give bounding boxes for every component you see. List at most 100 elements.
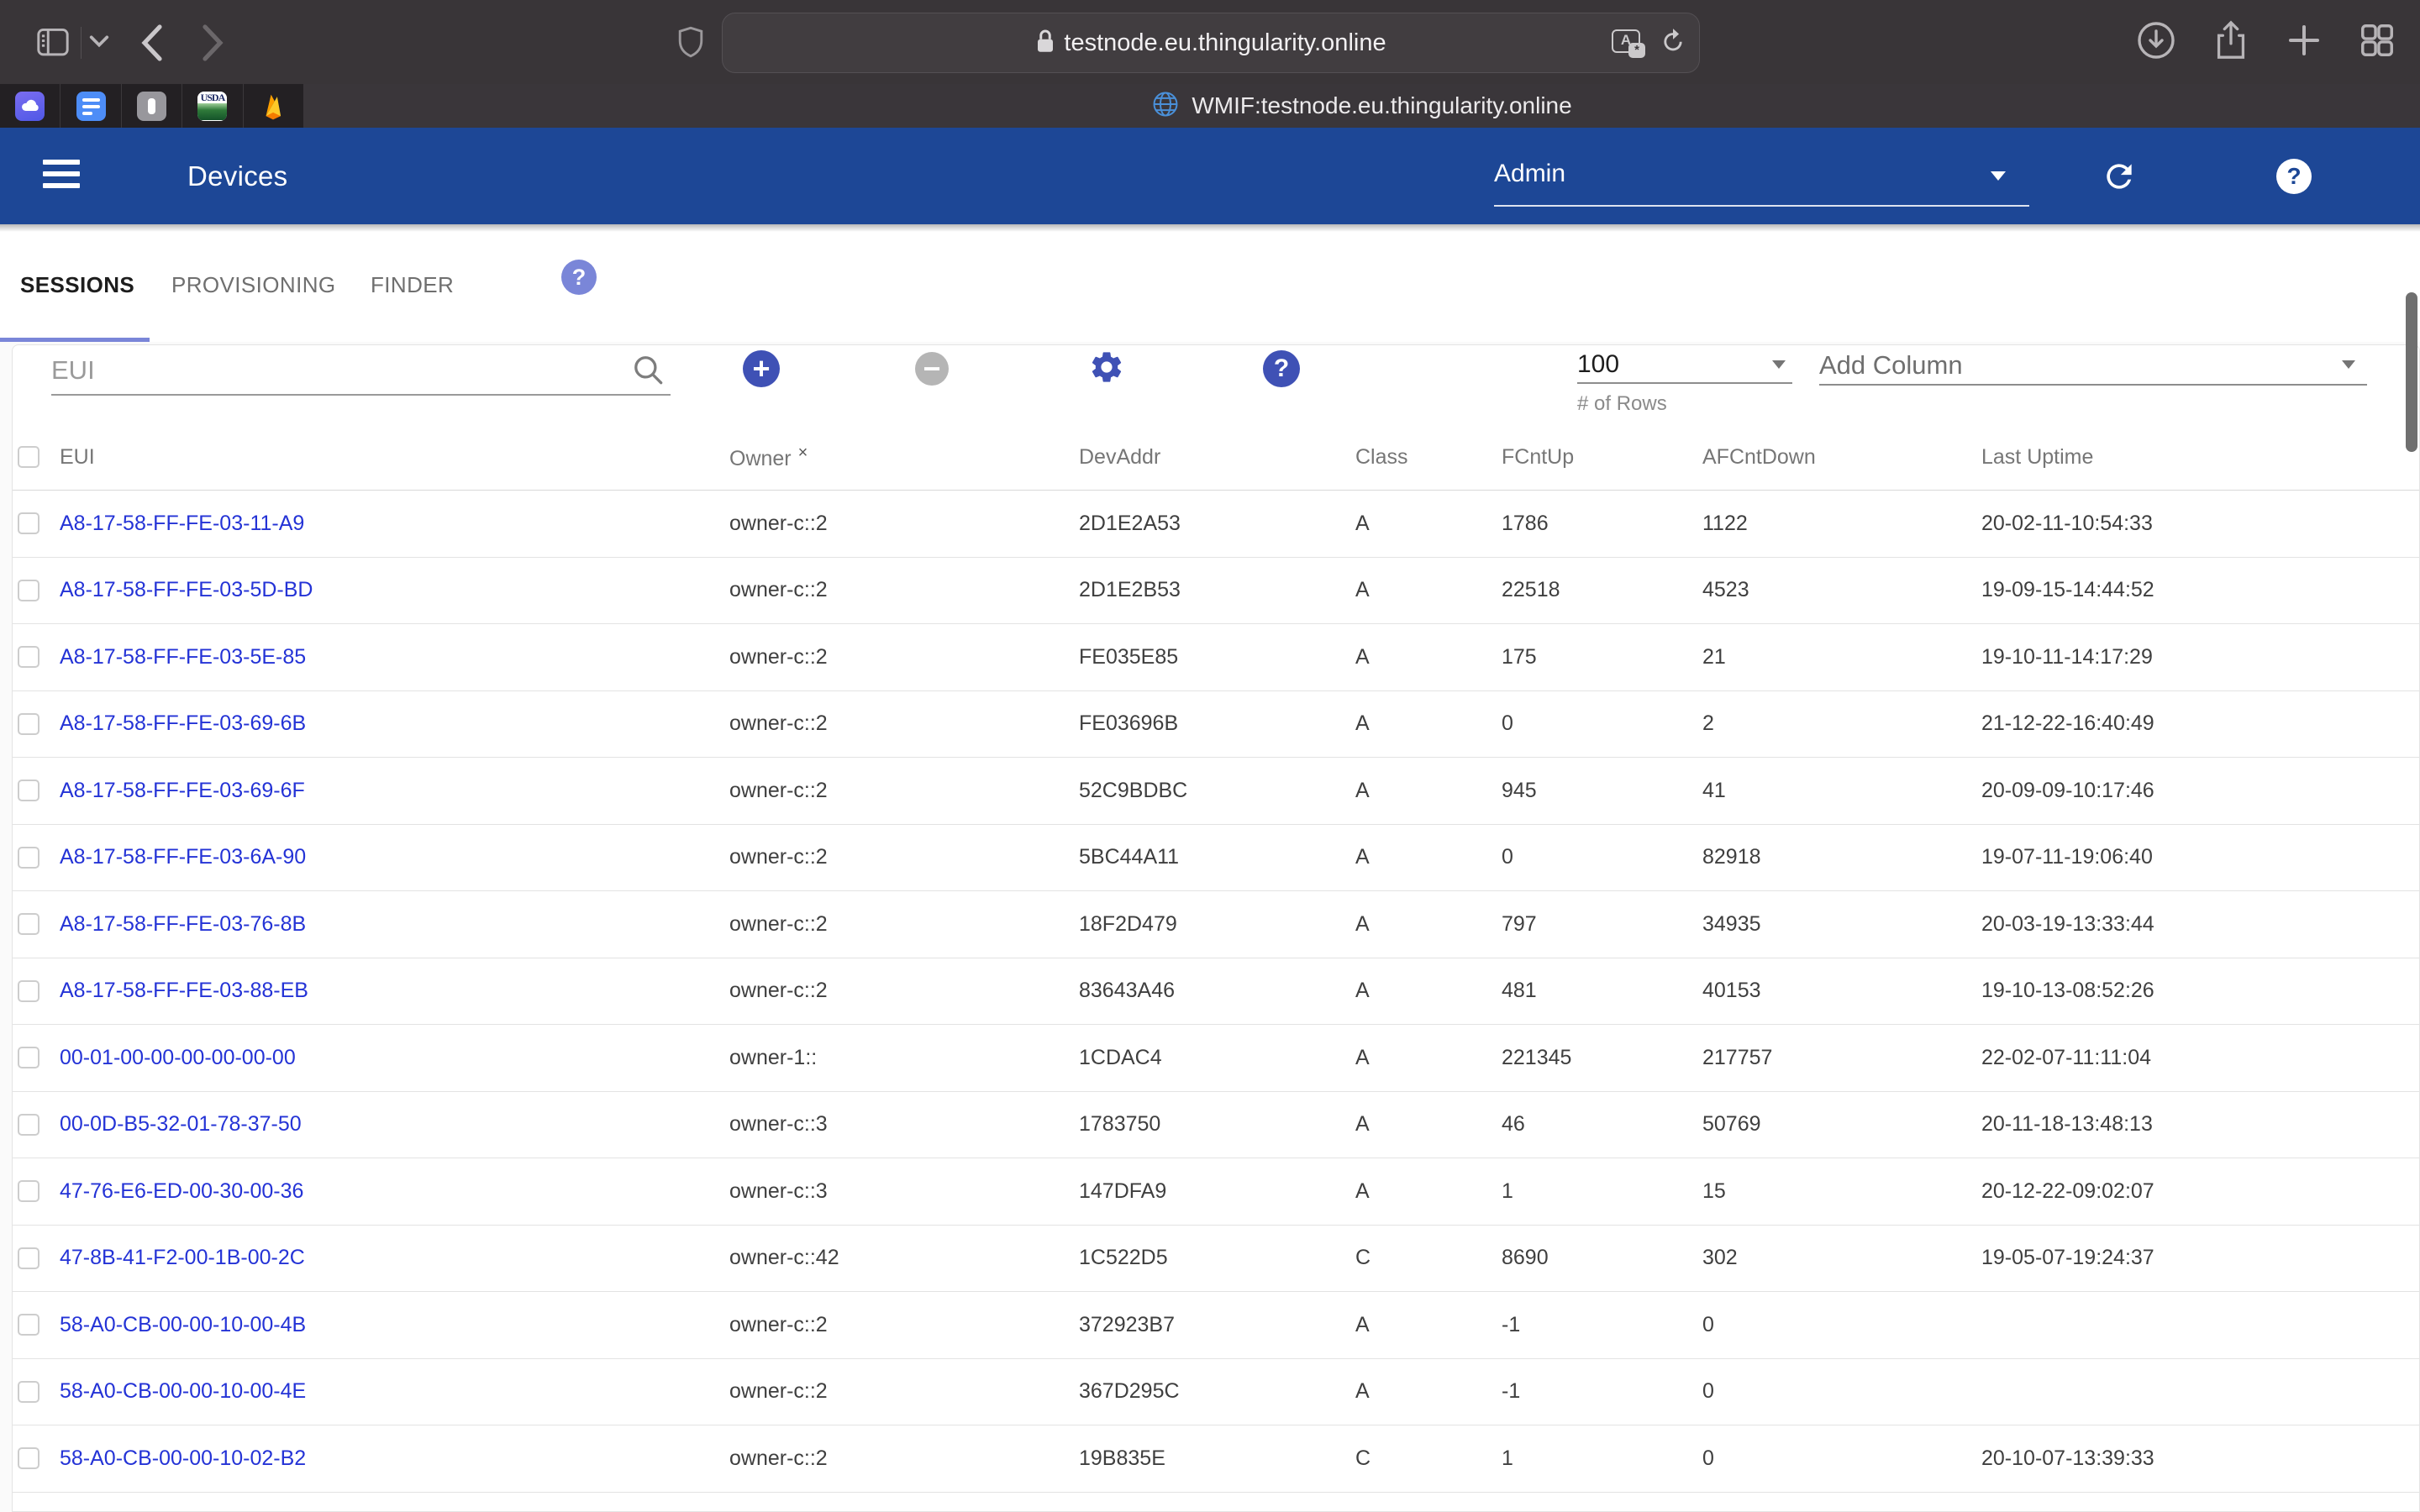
cell-afcntdown: 0	[1702, 1313, 1981, 1337]
cell-afcntdown: 40153	[1702, 979, 1981, 1003]
eui-link[interactable]: A8-17-58-FF-FE-03-6A-90	[60, 845, 729, 869]
row-checkbox[interactable]	[18, 1047, 39, 1068]
pinned-tab-info[interactable]	[122, 84, 182, 128]
tab-provisioning[interactable]: PROVISIONING	[171, 232, 336, 338]
new-tab-icon[interactable]	[2286, 22, 2323, 63]
eui-link[interactable]: 58-A0-CB-00-00-10-00-4B	[60, 1313, 729, 1337]
tab-finder[interactable]: FINDER	[371, 232, 454, 338]
eui-link[interactable]: A8-17-58-FF-FE-03-76-8B	[60, 912, 729, 937]
cell-owner: owner-c::3	[729, 1179, 1079, 1204]
col-header-afcntdown[interactable]: AFCntDown	[1702, 445, 1981, 470]
col-header-owner[interactable]: Owner×	[729, 444, 1079, 471]
row-checkbox[interactable]	[18, 1447, 39, 1469]
toolbar-divider	[81, 27, 82, 59]
pinned-tab-cloud[interactable]	[0, 84, 60, 128]
cell-last_uptime: 20-03-19-13:33:44	[1981, 912, 2419, 937]
cell-devaddr: 1783750	[1079, 1112, 1355, 1137]
row-checkbox[interactable]	[18, 1247, 39, 1269]
select-all-checkbox[interactable]	[18, 446, 39, 468]
add-column-select[interactable]: Add Column	[1819, 345, 2367, 392]
eui-link[interactable]: 00-01-00-00-00-00-00-00	[60, 1046, 729, 1070]
back-button[interactable]	[139, 24, 165, 66]
cell-fcntup: -1	[1502, 1379, 1702, 1404]
row-checkbox[interactable]	[18, 780, 39, 801]
cell-fcntup: 1	[1502, 1179, 1702, 1204]
share-icon[interactable]	[2212, 19, 2250, 66]
tab-overview-icon[interactable]	[2358, 21, 2396, 64]
tab-sessions[interactable]: SESSIONS	[20, 232, 134, 338]
cell-afcntdown: 217757	[1702, 1046, 1981, 1070]
tabs-help-button[interactable]: ?	[561, 260, 597, 295]
downloads-icon[interactable]	[2136, 20, 2176, 65]
eui-link[interactable]: A8-17-58-FF-FE-03-5D-BD	[60, 578, 729, 602]
sessions-table: EUI Owner× DevAddr Class FCntUp AFCntDow…	[13, 424, 2419, 1493]
eui-link[interactable]: 58-A0-CB-00-00-10-00-4E	[60, 1379, 729, 1404]
menu-icon[interactable]	[43, 160, 80, 192]
table-row: 58-A0-CB-00-00-10-02-B2owner-c::219B835E…	[13, 1425, 2419, 1493]
eui-link[interactable]: A8-17-58-FF-FE-03-88-EB	[60, 979, 729, 1003]
row-checkbox[interactable]	[18, 913, 39, 935]
eui-link[interactable]: 58-A0-CB-00-00-10-02-B2	[60, 1446, 729, 1471]
eui-link[interactable]: 47-76-E6-ED-00-30-00-36	[60, 1179, 729, 1204]
cell-fcntup: 945	[1502, 779, 1702, 803]
forward-button[interactable]	[200, 24, 225, 66]
table-row: A8-17-58-FF-FE-03-5D-BDowner-c::22D1E2B5…	[13, 558, 2419, 625]
cell-fcntup: 0	[1502, 845, 1702, 869]
user-select[interactable]: Admin	[1494, 128, 2029, 224]
cell-last_uptime: 22-02-07-11:11:04	[1981, 1046, 2419, 1070]
row-checkbox[interactable]	[18, 1114, 39, 1136]
row-checkbox[interactable]	[18, 713, 39, 735]
privacy-shield-icon[interactable]	[677, 25, 704, 63]
rows-caption: # of Rows	[1577, 392, 1667, 416]
cell-devaddr: 2D1E2A53	[1079, 512, 1355, 536]
row-checkbox[interactable]	[18, 847, 39, 869]
col-header-devaddr[interactable]: DevAddr	[1079, 445, 1355, 470]
col-header-fcntup[interactable]: FCntUp	[1502, 445, 1702, 470]
row-checkbox[interactable]	[18, 1381, 39, 1403]
translate-icon[interactable]: A *	[1612, 29, 1645, 56]
eui-link[interactable]: A8-17-58-FF-FE-03-11-A9	[60, 512, 729, 536]
settings-gear-button[interactable]	[1088, 349, 1125, 386]
row-checkbox[interactable]	[18, 1314, 39, 1336]
cell-class: A	[1355, 645, 1502, 669]
cell-owner: owner-c::2	[729, 1313, 1079, 1337]
refresh-button[interactable]	[2101, 158, 2138, 199]
eui-search-input[interactable]: EUI	[51, 350, 671, 397]
table-row: 58-A0-CB-00-00-10-00-4Eowner-c::2367D295…	[13, 1359, 2419, 1426]
cell-afcntdown: 15	[1702, 1179, 1981, 1204]
active-tab[interactable]: WMIF:testnode.eu.thingularity.online	[303, 84, 2420, 128]
remove-filter-button[interactable]: −	[915, 352, 949, 386]
eui-link[interactable]: A8-17-58-FF-FE-03-5E-85	[60, 645, 729, 669]
rows-per-page-select[interactable]: 100 # of Rows	[1577, 345, 1792, 421]
vertical-scrollbar-thumb[interactable]	[2406, 292, 2417, 452]
col-header-last-uptime[interactable]: Last Uptime	[1981, 445, 2419, 470]
pinned-tab-firebase[interactable]	[244, 84, 303, 128]
cell-devaddr: FE03696B	[1079, 711, 1355, 736]
cell-owner: owner-c::3	[729, 1112, 1079, 1137]
col-header-class[interactable]: Class	[1355, 445, 1502, 470]
cell-class: A	[1355, 1046, 1502, 1070]
eui-link[interactable]: A8-17-58-FF-FE-03-69-6F	[60, 779, 729, 803]
reload-icon[interactable]	[1659, 25, 1687, 61]
remove-column-icon[interactable]: ×	[798, 444, 808, 462]
row-checkbox[interactable]	[18, 646, 39, 668]
tab-strip: USDA WMIF:testnode.eu	[0, 84, 2420, 128]
row-checkbox[interactable]	[18, 580, 39, 601]
col-header-eui[interactable]: EUI	[60, 445, 729, 470]
eui-link[interactable]: 47-8B-41-F2-00-1B-00-2C	[60, 1246, 729, 1270]
address-bar[interactable]: testnode.eu.thingularity.online A *	[722, 13, 1700, 73]
filter-help-button[interactable]: ?	[1263, 350, 1300, 387]
row-checkbox[interactable]	[18, 980, 39, 1002]
pinned-tab-docs[interactable]	[60, 84, 121, 128]
table-row: A8-17-58-FF-FE-03-69-6Fowner-c::252C9BDB…	[13, 758, 2419, 825]
row-checkbox[interactable]	[18, 1180, 39, 1202]
pinned-tab-usda[interactable]: USDA	[182, 84, 243, 128]
cell-devaddr: 19B835E	[1079, 1446, 1355, 1471]
add-filter-button[interactable]: +	[743, 350, 780, 387]
header-help-button[interactable]: ?	[2276, 159, 2312, 194]
sidebar-toggle-icon[interactable]	[36, 28, 70, 62]
eui-link[interactable]: A8-17-58-FF-FE-03-69-6B	[60, 711, 729, 736]
eui-link[interactable]: 00-0D-B5-32-01-78-37-50	[60, 1112, 729, 1137]
sidebar-chevron-down-icon[interactable]	[88, 34, 110, 53]
row-checkbox[interactable]	[18, 512, 39, 534]
